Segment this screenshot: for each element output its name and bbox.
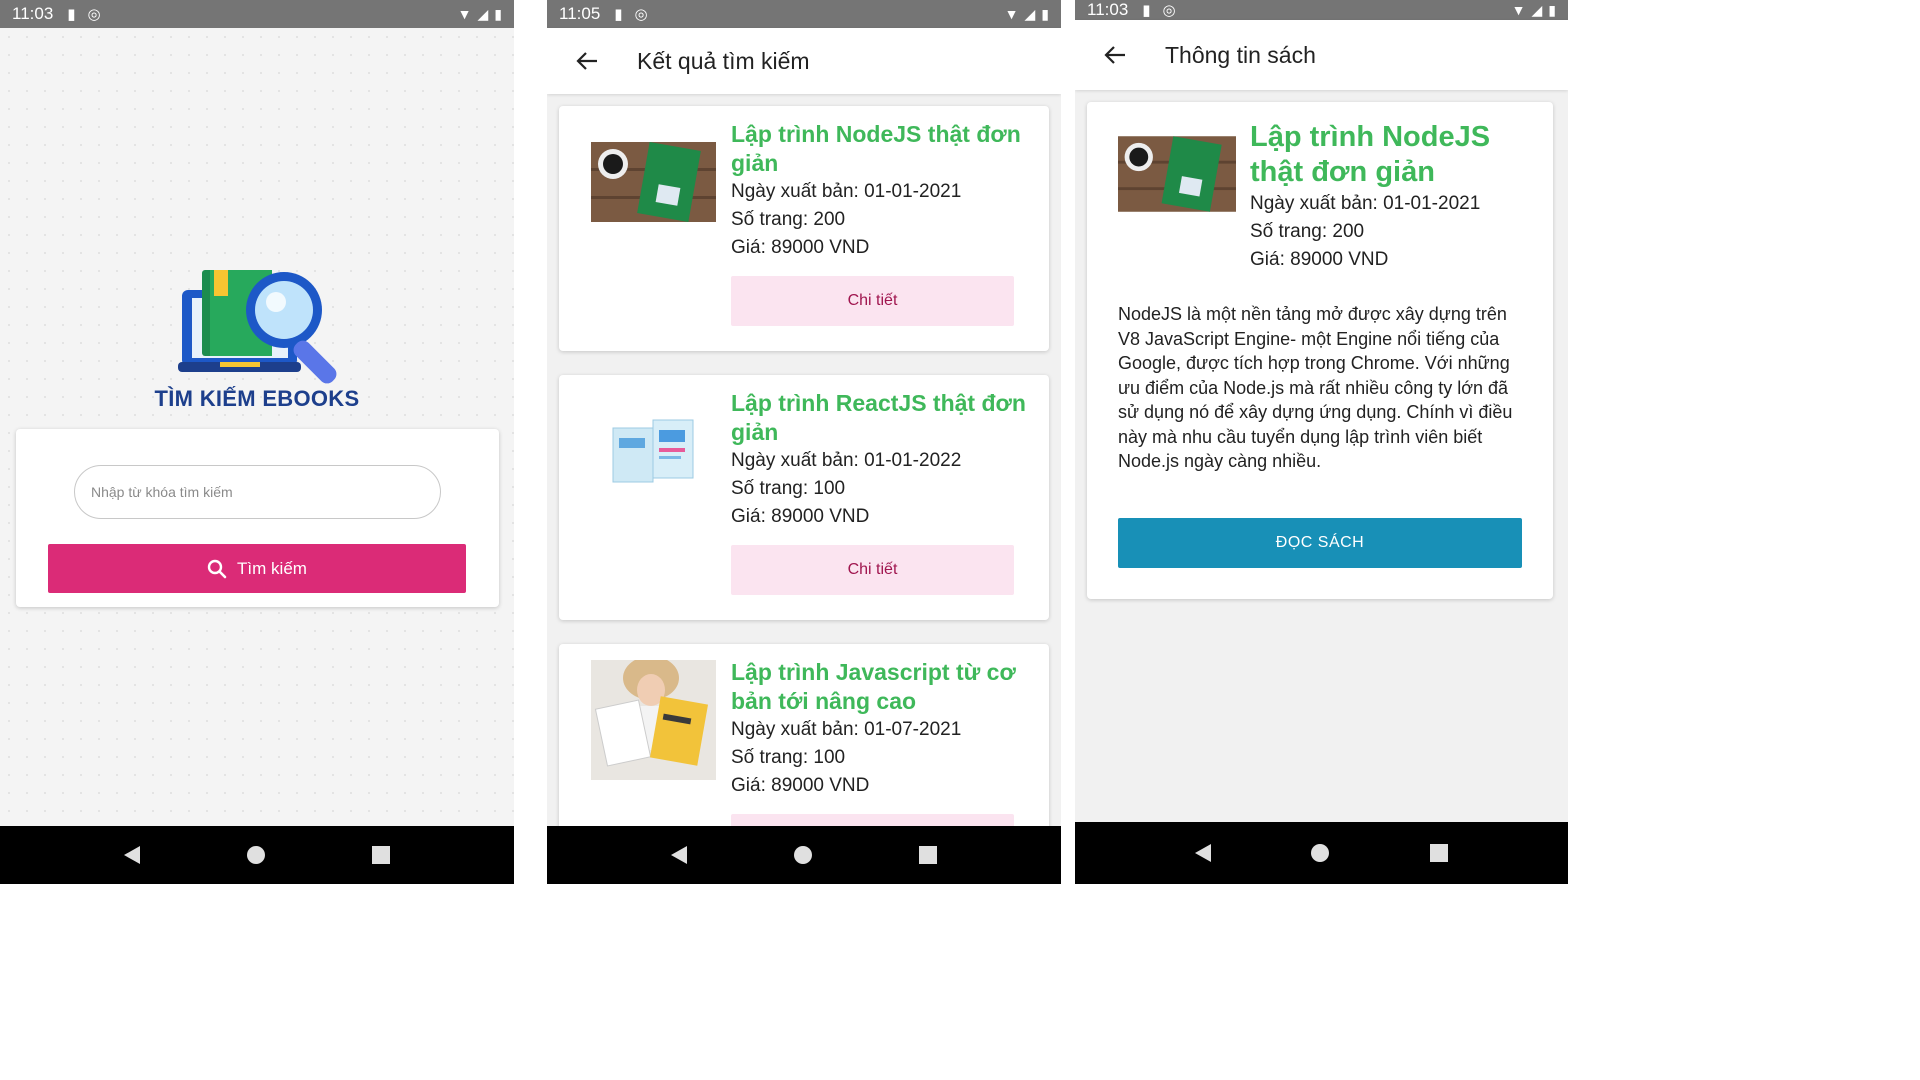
status-bar: 11:03 ▮ ◎ ▼ ◢ ▮	[0, 0, 514, 28]
book-description: NodeJS là một nền tảng mở được xây dựng …	[1118, 304, 1513, 471]
book-detail-card: Lập trình NodeJS thật đơn giản Ngày xuất…	[1087, 102, 1553, 599]
search-input[interactable]	[74, 465, 441, 519]
battery-icon: ▮	[1548, 1, 1556, 18]
book-title: Lập trình ReactJS thật đơn giản	[731, 390, 1026, 445]
detail-button[interactable]: Chi tiết	[731, 276, 1014, 326]
book-price: Giá: 89000 VND	[731, 775, 870, 796]
back-button[interactable]	[557, 51, 617, 71]
nav-home-icon[interactable]	[1311, 844, 1330, 862]
read-book-button[interactable]: ĐỌC SÁCH	[1118, 518, 1522, 568]
page-title: Kết quả tìm kiếm	[637, 47, 810, 74]
nav-recent-icon[interactable]	[919, 846, 938, 864]
detail-button[interactable]: Chi tiết	[731, 545, 1014, 595]
sd-card-icon: ▮	[614, 6, 623, 23]
nodejs-book-cover-icon	[1118, 134, 1236, 214]
nodejs-book-cover-icon	[591, 122, 716, 242]
book-pages: Số trang: 100	[731, 747, 846, 768]
book-publish-date: Ngày xuất bản: 01-01-2021	[731, 181, 962, 202]
page-title: Thông tin sách	[1165, 41, 1316, 68]
nav-home-icon[interactable]	[793, 846, 812, 864]
sd-card-icon: ▮	[1142, 2, 1151, 19]
results-screen: 11:05 ▮ ◎ ▼ ◢ ▮ Kết quả tìm kiếm Lập trì…	[547, 0, 1061, 884]
sd-card-icon: ▮	[67, 6, 76, 23]
book-publish-date: Ngày xuất bản: 01-01-2021	[1250, 193, 1481, 214]
nav-recent-icon[interactable]	[372, 846, 391, 864]
system-nav-bar	[1075, 822, 1568, 884]
search-card: Tìm kiếm	[16, 429, 499, 607]
nav-recent-icon[interactable]	[1429, 844, 1448, 862]
detail-button[interactable]: Chi tiết	[731, 814, 1014, 826]
battery-icon: ▮	[1041, 5, 1049, 22]
book-title: Lập trình NodeJS thật đơn giản	[1250, 121, 1491, 188]
wifi-icon: ▼	[1511, 2, 1526, 18]
javascript-book-photo-icon	[591, 660, 716, 780]
nav-home-icon[interactable]	[246, 846, 265, 864]
app-bar: Kết quả tìm kiếm	[547, 28, 1061, 94]
book-publish-date: Ngày xuất bản: 01-07-2021	[731, 719, 962, 740]
system-nav-bar	[547, 826, 1061, 884]
logo-title: TÌM KIẾM EBOOKS	[154, 386, 360, 411]
search-icon	[207, 559, 227, 578]
nav-back-icon[interactable]	[670, 846, 687, 864]
wifi-icon: ▼	[1004, 6, 1019, 22]
signal-icon: ◢	[1024, 5, 1036, 22]
search-screen: 11:03 ▮ ◎ ▼ ◢ ▮ TÌM KIẾM EBOOKS Tìm kiếm	[0, 0, 514, 884]
battery-icon: ▮	[494, 5, 502, 22]
sync-icon: ◎	[634, 6, 648, 23]
search-button-label: Tìm kiếm	[237, 558, 307, 578]
detail-screen: 11:03 ▮ ◎ ▼ ◢ ▮ Thông tin sách Lập trình…	[1075, 0, 1568, 884]
app-bar: Thông tin sách	[1075, 20, 1568, 90]
signal-icon: ◢	[1531, 1, 1543, 18]
book-publish-date: Ngày xuất bản: 01-01-2022	[731, 450, 962, 471]
reactjs-book-cover-icon	[591, 391, 716, 511]
book-card: Lập trình Javascript từ cơ bản tới nâng …	[559, 644, 1049, 826]
book-price: Giá: 89000 VND	[731, 237, 870, 258]
book-card: Lập trình ReactJS thật đơn giản Ngày xuấ…	[559, 375, 1049, 620]
back-button[interactable]	[1085, 45, 1145, 65]
results-list: Lập trình NodeJS thật đơn giản Ngày xuất…	[547, 94, 1061, 826]
status-time: 11:03	[1087, 0, 1129, 19]
nav-back-icon[interactable]	[1195, 844, 1212, 862]
book-price: Giá: 89000 VND	[1250, 249, 1389, 270]
book-title: Lập trình NodeJS thật đơn giản	[731, 121, 1021, 176]
status-bar: 11:03 ▮ ◎ ▼ ◢ ▮	[1075, 0, 1568, 20]
arrow-left-icon	[576, 52, 597, 70]
ebook-search-logo-icon	[178, 270, 337, 384]
system-nav-bar	[0, 826, 514, 884]
signal-icon: ◢	[477, 5, 489, 22]
book-price: Giá: 89000 VND	[731, 506, 870, 527]
wifi-icon: ▼	[457, 6, 472, 22]
book-pages: Số trang: 200	[1250, 221, 1365, 242]
book-pages: Số trang: 200	[731, 209, 846, 230]
arrow-left-icon	[1104, 46, 1125, 64]
book-title: Lập trình Javascript từ cơ bản tới nâng …	[731, 659, 1016, 714]
sync-icon: ◎	[87, 6, 101, 23]
status-time: 11:05	[559, 4, 601, 23]
nav-back-icon[interactable]	[123, 846, 140, 864]
status-time: 11:03	[12, 4, 54, 23]
sync-icon: ◎	[1162, 2, 1176, 19]
book-card: Lập trình NodeJS thật đơn giản Ngày xuất…	[559, 106, 1049, 351]
status-bar: 11:05 ▮ ◎ ▼ ◢ ▮	[547, 0, 1061, 28]
search-button[interactable]: Tìm kiếm	[48, 544, 466, 593]
book-pages: Số trang: 100	[731, 478, 846, 499]
dotted-background	[0, 28, 514, 826]
